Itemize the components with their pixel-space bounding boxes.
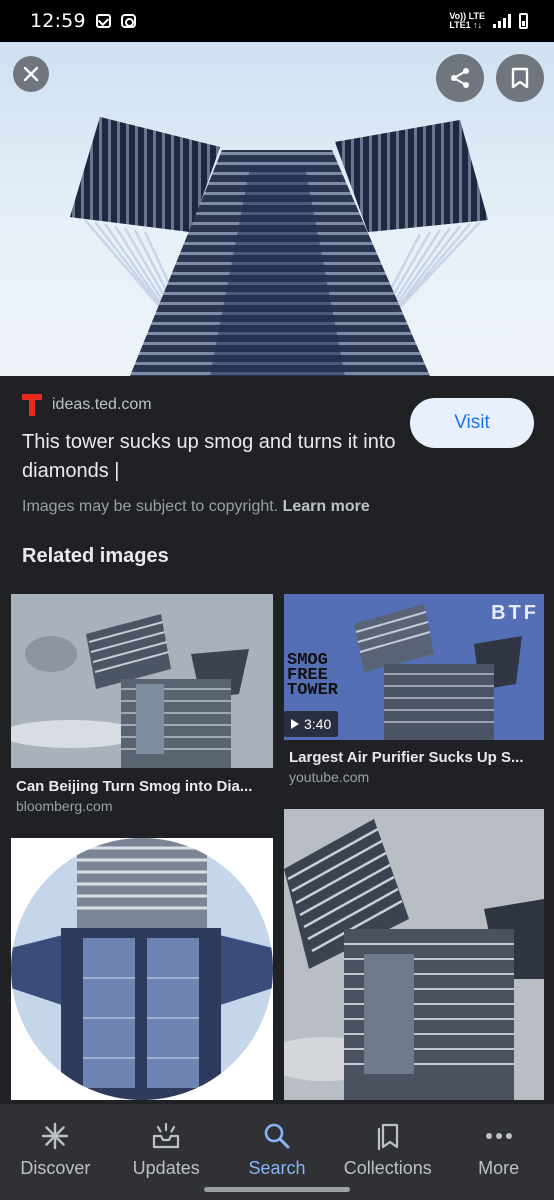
- learn-more-link[interactable]: Learn more: [283, 498, 370, 515]
- close-icon: [23, 66, 39, 82]
- source-row[interactable]: ideas.ted.com: [22, 394, 152, 416]
- more-dots-icon: [485, 1120, 513, 1152]
- ted-logo-icon: [22, 394, 42, 416]
- home-indicator[interactable]: [204, 1187, 350, 1192]
- share-icon: [451, 68, 469, 88]
- related-image-3[interactable]: [11, 838, 273, 1100]
- status-time: 12:59: [30, 10, 86, 32]
- close-button[interactable]: [13, 56, 49, 92]
- nav-search-label: Search: [248, 1158, 306, 1178]
- save-button[interactable]: [496, 54, 544, 102]
- status-left: 12:59: [30, 10, 136, 32]
- visit-button[interactable]: Visit: [410, 398, 534, 448]
- status-right: Vo)) LTE LTE1 ↑↓: [449, 12, 528, 30]
- signal-icon: [493, 14, 511, 28]
- page-title[interactable]: This tower sucks up smog and turns it in…: [22, 428, 402, 486]
- related-images-heading: Related images: [22, 545, 169, 567]
- network-indicator: Vo)) LTE LTE1 ↑↓: [449, 12, 485, 30]
- copyright-notice: Images may be subject to copyright. Lear…: [22, 498, 370, 516]
- nav-more-label: More: [478, 1158, 520, 1178]
- btf-badge: BTF: [491, 602, 539, 624]
- related-image-4[interactable]: [284, 809, 544, 1100]
- instagram-icon: [120, 14, 136, 28]
- network-bottom-label: LTE1 ↑↓: [449, 20, 483, 30]
- play-icon: [291, 719, 299, 729]
- related-title-2[interactable]: Largest Air Purifier Sucks Up S...: [289, 749, 524, 766]
- related-image-1-photo: [11, 594, 273, 768]
- gmail-icon: [95, 14, 111, 28]
- bottom-nav: Discover Updates Search Collections More: [0, 1104, 554, 1200]
- battery-icon: [519, 13, 528, 29]
- search-icon: [263, 1120, 291, 1152]
- copyright-text: Images may be subject to copyright.: [22, 498, 279, 515]
- related-image-4-photo: [284, 809, 544, 1100]
- nav-discover[interactable]: Discover: [0, 1104, 111, 1200]
- overlay-line-3: TOWER: [287, 681, 339, 700]
- nav-more[interactable]: More: [443, 1104, 554, 1200]
- asterisk-icon: [41, 1120, 69, 1152]
- related-source-2: youtube.com: [289, 769, 370, 785]
- video-duration: 3:40: [284, 711, 339, 737]
- nav-updates-label: Updates: [132, 1158, 200, 1178]
- related-image-3-photo: [11, 838, 273, 1100]
- bookmark-icon: [511, 67, 529, 89]
- share-button[interactable]: [436, 54, 484, 102]
- nav-collections[interactable]: Collections: [332, 1104, 443, 1200]
- related-title-1[interactable]: Can Beijing Turn Smog into Dia...: [16, 778, 252, 795]
- status-bar: 12:59 Vo)) LTE LTE1 ↑↓: [0, 0, 554, 42]
- collections-icon: [375, 1120, 401, 1152]
- hero-image[interactable]: [0, 42, 554, 376]
- nav-discover-label: Discover: [20, 1158, 91, 1178]
- duration-label: 3:40: [304, 716, 332, 732]
- source-domain[interactable]: ideas.ted.com: [52, 396, 152, 414]
- nav-search[interactable]: Search: [222, 1104, 333, 1200]
- inbox-bell-icon: [151, 1120, 181, 1152]
- nav-updates[interactable]: Updates: [111, 1104, 222, 1200]
- nav-collections-label: Collections: [343, 1158, 432, 1178]
- related-image-1[interactable]: [11, 594, 273, 768]
- related-source-1: bloomberg.com: [16, 798, 113, 814]
